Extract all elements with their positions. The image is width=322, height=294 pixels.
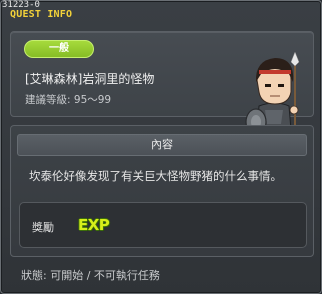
quest-recommended-level: 建議等級: 95～99	[25, 94, 112, 106]
reward-box: 獎勵 EXP	[19, 202, 307, 248]
quest-status: 狀態: 可開始 / 不可執行任務	[21, 269, 160, 282]
level-label: 建議等級	[25, 94, 67, 106]
window-title: QUEST INFO	[10, 9, 73, 20]
content-header: 內容	[17, 134, 307, 156]
quest-content-panel: 內容 坎泰伦好像发现了有关巨大怪物野猪的什么事情。 獎勵 EXP	[10, 125, 314, 257]
quest-info-window: 31223-0 QUEST INFO 一般 [艾琳森林]岩洞里的怪物 建議等級:…	[0, 0, 322, 294]
level-value: 95～99	[73, 94, 112, 106]
quest-category-badge: 一般	[24, 40, 94, 58]
quest-description: 坎泰伦好像发现了有关巨大怪物野猪的什么事情。	[29, 169, 282, 183]
status-value: 可開始 / 不可執行任務	[50, 269, 160, 282]
quest-name: [艾琳森林]岩洞里的怪物	[25, 72, 155, 86]
reward-label: 獎勵	[32, 221, 54, 234]
status-label: 狀態	[21, 269, 43, 282]
quest-summary-panel: 一般 [艾琳森林]岩洞里的怪物 建議等級: 95～99	[10, 31, 314, 140]
exp-icon: EXP	[78, 216, 110, 234]
